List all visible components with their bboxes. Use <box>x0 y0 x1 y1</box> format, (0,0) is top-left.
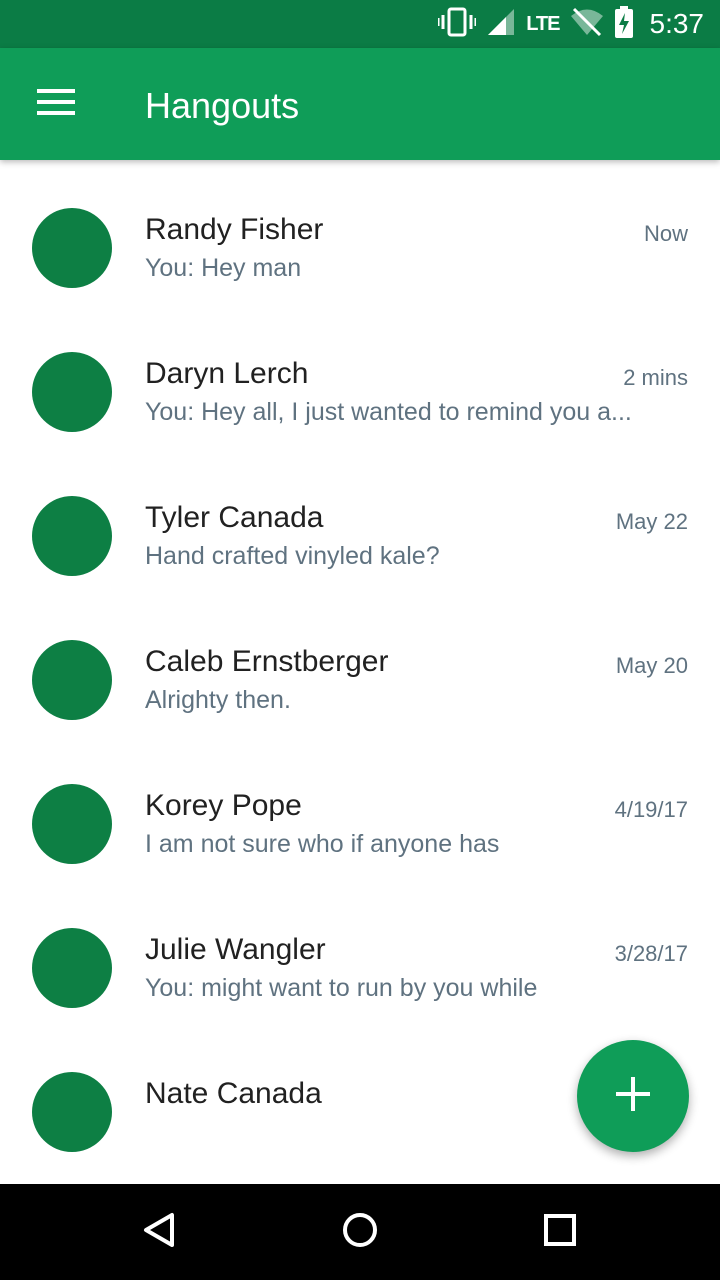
home-icon <box>341 1211 379 1254</box>
conversation-time: 3/28/17 <box>614 941 688 966</box>
conversation-name: Tyler Canada <box>145 501 324 534</box>
navigation-bar <box>0 1184 720 1280</box>
conversation-time: 4/19/17 <box>614 797 688 822</box>
conversation-snippet: Alrighty then. <box>145 686 291 714</box>
new-conversation-button[interactable] <box>577 1040 689 1152</box>
lte-label: LTE <box>526 12 560 35</box>
conversation-name: Nate Canada <box>145 1077 322 1110</box>
conversation-item[interactable]: Tyler Canada Hand crafted vinyled kale? … <box>0 448 720 592</box>
conversation-snippet: You: Hey all, I just wanted to remind yo… <box>145 398 632 426</box>
recents-icon <box>543 1213 577 1252</box>
conversation-time: May 20 <box>615 653 688 678</box>
cell-signal-icon <box>486 7 516 42</box>
plus-icon <box>616 1076 650 1116</box>
app-bar: Hangouts <box>0 48 720 160</box>
conversation-item[interactable]: Korey Pope I am not sure who if anyone h… <box>0 736 720 880</box>
vibrate-icon <box>436 7 478 42</box>
avatar <box>32 496 112 576</box>
conversation-name: Randy Fisher <box>145 213 324 246</box>
conversation-time: 2 mins <box>623 365 688 390</box>
avatar <box>32 352 112 432</box>
avatar <box>32 1072 112 1152</box>
conversation-name: Daryn Lerch <box>145 357 309 390</box>
battery-charging-icon <box>614 5 634 43</box>
app-title: Hangouts <box>145 85 300 126</box>
home-button[interactable] <box>328 1200 392 1264</box>
conversation-name: Caleb Ernstberger <box>145 645 389 678</box>
conversation-item[interactable]: Julie Wangler You: might want to run by … <box>0 880 720 1024</box>
back-button[interactable] <box>128 1200 192 1264</box>
menu-button[interactable] <box>24 72 88 136</box>
wifi-off-icon <box>570 7 604 42</box>
status-time: 5:37 <box>649 8 705 39</box>
conversation-item[interactable]: Daryn Lerch You: Hey all, I just wanted … <box>0 304 720 448</box>
conversation-item[interactable]: Randy Fisher You: Hey man Now <box>0 160 720 304</box>
conversation-list: Randy Fisher You: Hey man Now Daryn Lerc… <box>0 160 720 1184</box>
hamburger-menu-icon <box>37 87 75 122</box>
status-icons: LTE 5:37 <box>436 0 705 48</box>
avatar <box>32 208 112 288</box>
avatar <box>32 784 112 864</box>
avatar <box>32 928 112 1008</box>
conversation-snippet: Hand crafted vinyled kale? <box>145 542 440 570</box>
conversation-time: Now <box>643 221 688 246</box>
back-icon <box>142 1212 178 1253</box>
conversation-time: May 22 <box>615 509 688 534</box>
avatar <box>32 640 112 720</box>
conversation-name: Julie Wangler <box>145 933 326 966</box>
status-bar: LTE 5:37 <box>0 0 720 48</box>
conversation-item[interactable]: Caleb Ernstberger Alrighty then. May 20 <box>0 592 720 736</box>
recents-button[interactable] <box>528 1200 592 1264</box>
conversation-snippet: I am not sure who if anyone has <box>145 830 500 858</box>
conversation-snippet: You: might want to run by you while <box>145 974 538 1002</box>
conversation-snippet: You: Hey man <box>145 254 302 282</box>
conversation-name: Korey Pope <box>145 789 302 822</box>
